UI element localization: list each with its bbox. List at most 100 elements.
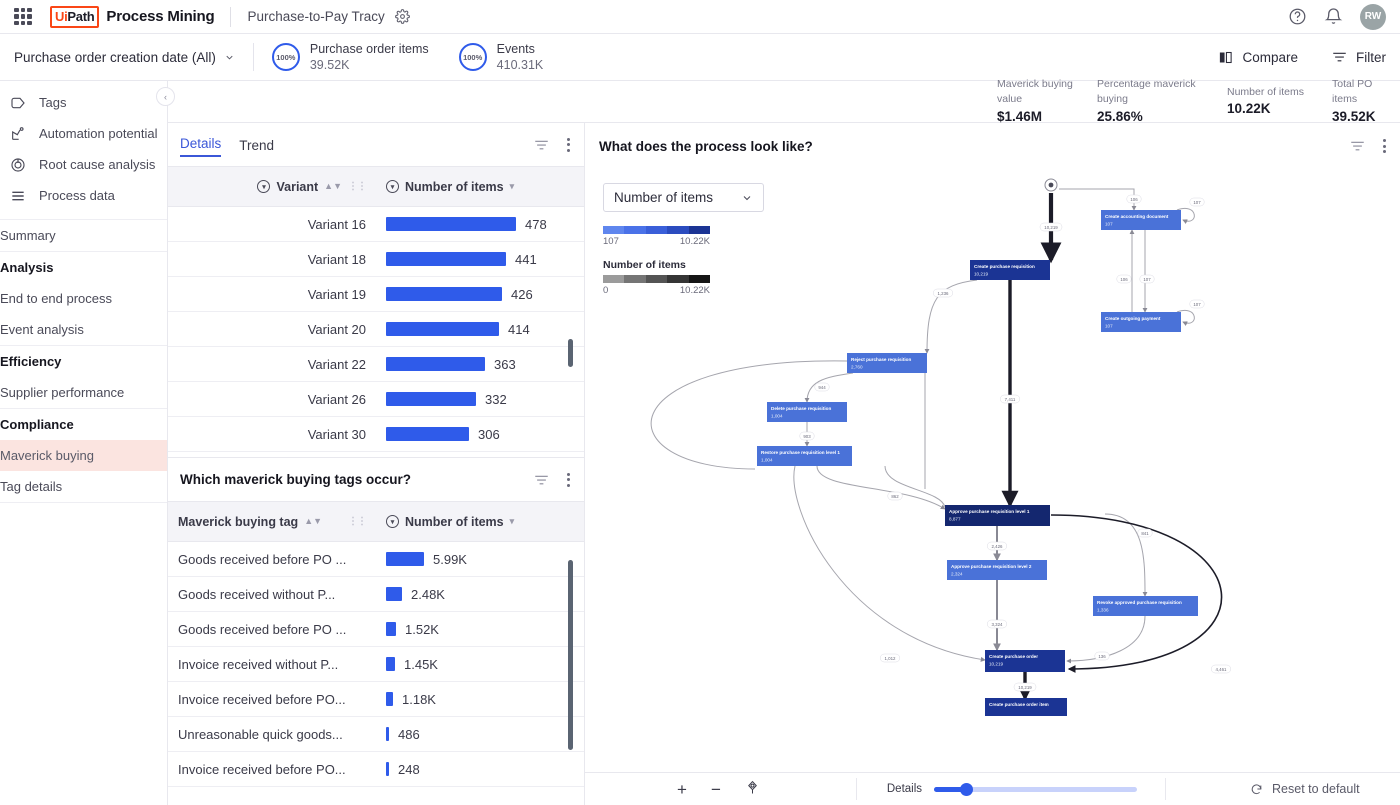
svg-text:10,219: 10,219 bbox=[989, 662, 1003, 667]
filter-button[interactable]: Filter bbox=[1332, 50, 1386, 65]
col-variant[interactable]: ▾ Variant ▲▼ ⋮⋮ bbox=[168, 167, 376, 207]
slider-knob[interactable] bbox=[960, 783, 973, 796]
row-value: 1.18K bbox=[402, 692, 436, 707]
left-panel: Details Trend ▾ Variant ▲▼ bbox=[168, 123, 585, 805]
tab-trend[interactable]: Trend bbox=[239, 138, 274, 157]
table-row[interactable]: Variant 18441 bbox=[168, 242, 584, 277]
column-grip-icon[interactable]: ⋮⋮ bbox=[348, 181, 366, 192]
graph-edge-label: 107 bbox=[1190, 198, 1205, 206]
filter-icon[interactable] bbox=[534, 474, 549, 486]
graph-node[interactable]: Delete purchase requisition 1,004 bbox=[767, 402, 847, 422]
process-graph-canvas[interactable]: Create accounting document107 Create purc… bbox=[585, 169, 1400, 772]
graph-edge-label: 10,219 bbox=[1040, 223, 1062, 231]
row-label: Variant 22 bbox=[168, 347, 376, 382]
table-row[interactable]: Goods received before PO ...5.99K bbox=[168, 542, 584, 577]
kebab-menu-icon[interactable] bbox=[567, 138, 570, 152]
column-grip-icon[interactable]: ⋮⋮ bbox=[348, 516, 366, 527]
sidebar-item-end-to-end-process[interactable]: End to end process bbox=[0, 283, 167, 314]
filter-icon[interactable] bbox=[534, 139, 549, 151]
tab-details[interactable]: Details bbox=[180, 136, 221, 157]
divider bbox=[856, 778, 857, 800]
table-row[interactable]: Invoice received without P...1.45K bbox=[168, 647, 584, 682]
sidebar-item-maverick-buying[interactable]: Maverick buying bbox=[0, 440, 167, 471]
kebab-menu-icon[interactable] bbox=[567, 473, 570, 487]
chevron-left-icon[interactable]: ‹ bbox=[156, 87, 175, 106]
col-number-of-items[interactable]: ▾ Number of items ▾ bbox=[376, 167, 584, 207]
sidebar-item-root-cause-analysis[interactable]: Root cause analysis bbox=[0, 149, 167, 180]
reset-to-default-button[interactable]: Reset to default bbox=[1250, 782, 1360, 796]
graph-node[interactable]: Create outgoing payment107 bbox=[1101, 312, 1181, 332]
chip-label: Events bbox=[497, 41, 544, 57]
row-value: 1.52K bbox=[405, 622, 439, 637]
col-maverick-buying-tag[interactable]: Maverick buying tag ▲▼ ⋮⋮ bbox=[168, 502, 376, 542]
row-value: 332 bbox=[485, 392, 507, 407]
col-number-of-items[interactable]: ▾ Number of items ▾ bbox=[376, 502, 584, 542]
graph-node[interactable]: Create purchase requisition10,219 bbox=[970, 260, 1050, 280]
gear-icon[interactable] bbox=[395, 9, 410, 24]
apps-grid-icon[interactable] bbox=[14, 8, 32, 26]
sidebar-item-label: Tag details bbox=[0, 479, 62, 494]
zoom-in-button[interactable]: + bbox=[677, 781, 687, 798]
chip-value: 39.52K bbox=[310, 57, 429, 73]
kpi-label: Percentage maverick buying bbox=[1097, 77, 1227, 107]
table-row[interactable]: Goods received without P...2.48K bbox=[168, 577, 584, 612]
graph-edge-label: 107 bbox=[1140, 275, 1155, 283]
table-row[interactable]: Variant 19426 bbox=[168, 277, 584, 312]
sidebar-item-label: Summary bbox=[0, 228, 56, 243]
graph-node-start[interactable] bbox=[1045, 179, 1057, 191]
sidebar-icon-group: Tags Automation potential Root cause ana… bbox=[0, 81, 167, 220]
svg-text:Delete purchase requisition: Delete purchase requisition bbox=[771, 406, 831, 411]
row-label: Variant 18 bbox=[168, 242, 376, 277]
tags-scrollbar[interactable] bbox=[568, 560, 573, 750]
graph-node[interactable]: Create purchase order item bbox=[985, 698, 1067, 716]
compare-button[interactable]: Compare bbox=[1218, 50, 1298, 65]
table-row[interactable]: Variant 16478 bbox=[168, 207, 584, 242]
kpi-total-po-items: Total PO items 39.52K bbox=[1332, 77, 1400, 126]
kpi-strip: Maverick buying value $1.46M Percentage … bbox=[168, 81, 1400, 123]
tags-card-header: Which maverick buying tags occur? bbox=[168, 458, 584, 501]
table-row[interactable]: Goods received before PO ...1.52K bbox=[168, 612, 584, 647]
filter-icon[interactable] bbox=[1350, 140, 1365, 152]
table-row[interactable]: Invoice received before PO...248 bbox=[168, 752, 584, 787]
details-slider-group: Details bbox=[887, 783, 1137, 795]
kebab-menu-icon[interactable] bbox=[1383, 139, 1386, 153]
avatar[interactable]: RW bbox=[1360, 4, 1386, 30]
fit-to-screen-icon[interactable] bbox=[745, 780, 760, 798]
sidebar-group-summary: Summary bbox=[0, 220, 167, 252]
table-row[interactable]: Variant 26332 bbox=[168, 382, 584, 417]
bell-icon[interactable] bbox=[1324, 7, 1343, 26]
sidebar-item-summary[interactable]: Summary bbox=[0, 220, 167, 251]
graph-node[interactable]: Approve purchase requisition level 18,87… bbox=[945, 505, 1050, 526]
sidebar-item-tag-details[interactable]: Tag details bbox=[0, 471, 167, 502]
table-row[interactable]: Unreasonable quick goods...486 bbox=[168, 717, 584, 752]
graph-node[interactable]: Approve purchase requisition level 22,32… bbox=[947, 560, 1047, 580]
sidebar-item-supplier-performance[interactable]: Supplier performance bbox=[0, 377, 167, 408]
graph-node[interactable]: Restore purchase requisition level 11,00… bbox=[757, 446, 852, 466]
sidebar-item-automation-potential[interactable]: Automation potential bbox=[0, 118, 167, 149]
sidebar-item-tags[interactable]: Tags bbox=[0, 87, 167, 118]
graph-node[interactable]: Reject purchase requisition2,760 bbox=[847, 353, 927, 373]
svg-text:2,760: 2,760 bbox=[851, 365, 863, 370]
row-value: 1.45K bbox=[404, 657, 438, 672]
sidebar-item-process-data[interactable]: Process data bbox=[0, 180, 167, 211]
row-value-cell: 2.48K bbox=[376, 577, 584, 612]
sidebar-item-event-analysis[interactable]: Event analysis bbox=[0, 314, 167, 345]
sidebar-item-label: End to end process bbox=[0, 291, 112, 306]
date-filter-dropdown[interactable]: Purchase order creation date (All) bbox=[14, 50, 235, 65]
table-row[interactable]: Invoice received before PO...1.18K bbox=[168, 682, 584, 717]
graph-node[interactable]: Revoke approved purchase requisition1,33… bbox=[1093, 596, 1198, 616]
svg-text:1,004: 1,004 bbox=[771, 414, 783, 419]
help-circle-icon[interactable] bbox=[1288, 7, 1307, 26]
details-slider[interactable] bbox=[934, 787, 1137, 792]
table-row[interactable]: Variant 20414 bbox=[168, 312, 584, 347]
process-graph[interactable]: Create accounting document107 Create purc… bbox=[585, 169, 1400, 769]
graph-edge-label: 1,012 bbox=[880, 654, 900, 662]
table-row[interactable]: Variant 22363 bbox=[168, 347, 584, 382]
variant-scrollbar[interactable] bbox=[568, 339, 573, 367]
variant-card-actions bbox=[534, 138, 570, 152]
graph-node[interactable]: Create purchase order10,219 bbox=[985, 650, 1065, 672]
tags-card-actions bbox=[534, 473, 570, 487]
table-row[interactable]: Variant 30306 bbox=[168, 417, 584, 452]
graph-node[interactable]: Create accounting document107 bbox=[1101, 210, 1181, 230]
zoom-out-button[interactable]: − bbox=[711, 781, 721, 798]
